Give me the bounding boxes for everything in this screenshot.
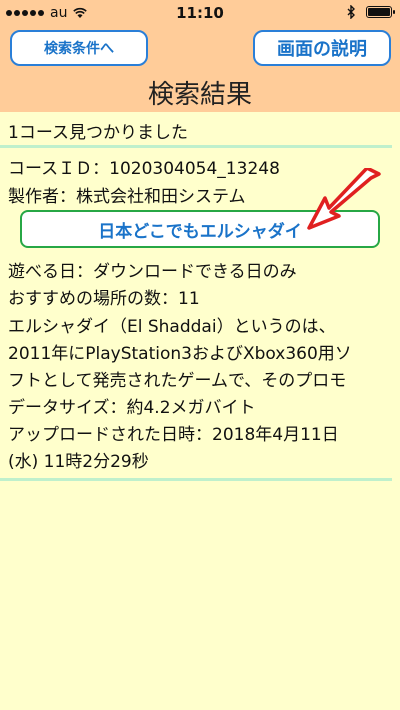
- play-days: 遊べる日：ダウンロードできる日のみ: [8, 262, 297, 282]
- spot-count: おすすめの場所の数：11: [8, 289, 200, 309]
- pointer-arrow-icon: [307, 168, 381, 230]
- header: 検索条件へ 画面の説明 検索結果: [0, 26, 400, 112]
- divider: [0, 478, 392, 481]
- course-id: コースＩＤ：1020304054_13248: [8, 159, 280, 179]
- status-time: 11:10: [176, 4, 224, 22]
- description-line: 2011年にPlayStation3およびXbox360用ソ: [8, 344, 352, 364]
- data-size: データサイズ：約4.2メガバイト: [8, 398, 256, 418]
- divider: [0, 145, 392, 148]
- battery-icon: [366, 6, 395, 18]
- description-line: エルシャダイ（El Shaddai）というのは、: [8, 317, 336, 337]
- upload-datetime: アップロードされた日時：2018年4月11日: [8, 425, 339, 445]
- screen-help-button[interactable]: 画面の説明: [253, 30, 391, 66]
- description-line: フトとして発売されたゲームで、そのプロモ: [8, 371, 347, 391]
- page-title: 検索結果: [147, 80, 252, 110]
- bluetooth-icon: [347, 5, 355, 19]
- creator: 製作者：株式会社和田システム: [8, 187, 246, 207]
- status-bar: au 11:10: [0, 0, 400, 26]
- status-right: [347, 5, 395, 19]
- found-count-text: 1コース見つかりました: [8, 123, 188, 143]
- upload-datetime-cont: (水) 11時2分29秒: [8, 452, 149, 472]
- back-to-search-button[interactable]: 検索条件へ: [10, 30, 148, 66]
